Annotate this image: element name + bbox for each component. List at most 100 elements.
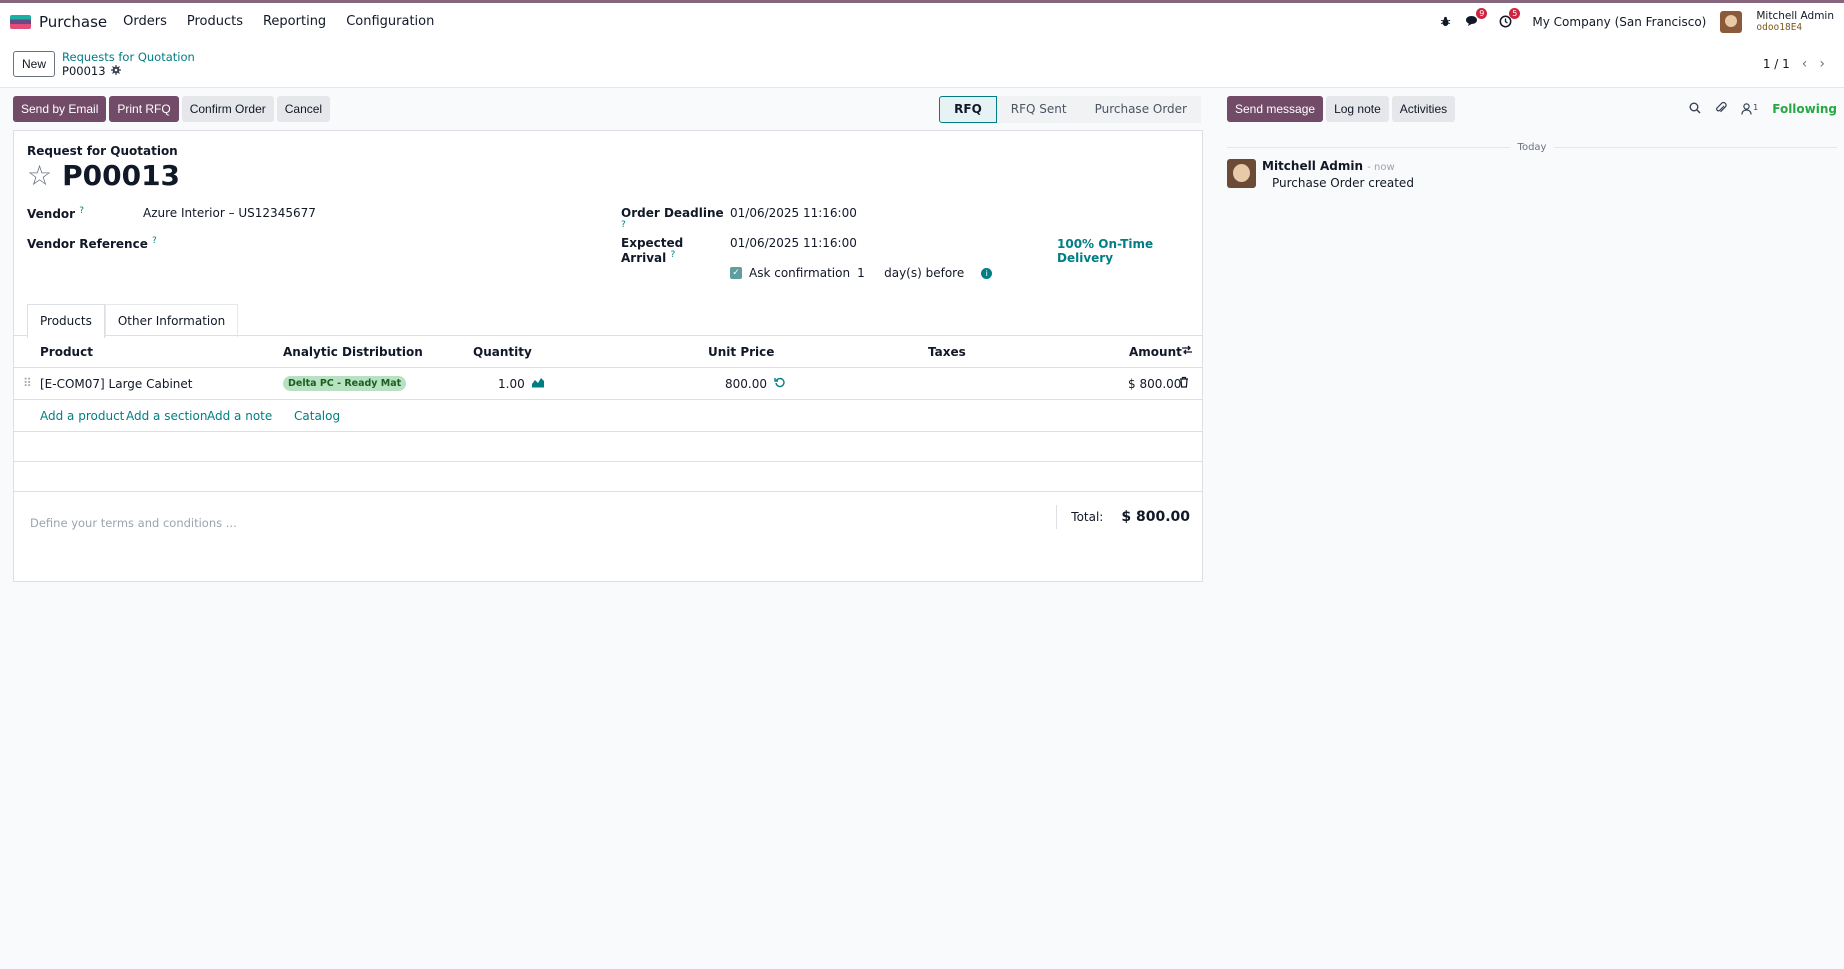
add-section-link[interactable]: Add a section: [126, 409, 207, 423]
form-subtitle: Request for Quotation: [27, 144, 178, 158]
chevron-right-icon[interactable]: ›: [1819, 56, 1825, 72]
help-icon[interactable]: ?: [152, 236, 157, 246]
send-by-email-button[interactable]: Send by Email: [13, 96, 107, 122]
breadcrumb-current: P00013: [62, 64, 195, 78]
table-row[interactable]: ⠿ [E-COM07] Large Cabinet Delta PC - Rea…: [14, 368, 1202, 400]
search-icon[interactable]: [1689, 102, 1701, 117]
info-icon[interactable]: i: [981, 267, 993, 279]
terms-conditions-input[interactable]: Define your terms and conditions ...: [30, 516, 237, 530]
col-unit-price[interactable]: Unit Price: [708, 345, 774, 359]
line-unit-price[interactable]: 800.00: [725, 377, 767, 391]
col-amount[interactable]: Amount: [1129, 345, 1182, 359]
user-menu[interactable]: Mitchell Admin odoo18E4: [1756, 10, 1834, 33]
column-settings-icon[interactable]: [1181, 344, 1193, 359]
stage-purchase-order[interactable]: Purchase Order: [1080, 95, 1201, 123]
vendor-field: Vendor ? Azure Interior – US12345677: [27, 206, 316, 221]
gear-icon[interactable]: [110, 64, 121, 78]
expected-arrival-input[interactable]: 01/06/2025 11:16:00: [730, 236, 857, 265]
confirm-order-button[interactable]: Confirm Order: [181, 96, 274, 122]
add-note-link[interactable]: Add a note: [207, 409, 272, 423]
following-button[interactable]: Following: [1772, 102, 1837, 116]
chatter-icons: 1 Following: [1689, 101, 1837, 117]
expected-arrival-field: Expected Arrival ? 01/06/2025 11:16:00: [621, 236, 857, 265]
title-row: ☆ P00013: [27, 159, 180, 192]
col-quantity[interactable]: Quantity: [473, 345, 532, 359]
vendor-reference-label: Vendor Reference ?: [27, 236, 157, 251]
followers-button[interactable]: 1: [1741, 103, 1758, 115]
order-deadline-label: Order Deadline ?: [621, 206, 730, 235]
on-time-delivery-link[interactable]: 100% On-Time Delivery: [1057, 237, 1202, 265]
catalog-link[interactable]: Catalog: [294, 409, 340, 423]
menu-reporting[interactable]: Reporting: [261, 10, 328, 33]
ask-confirmation-days-input[interactable]: 1: [857, 266, 877, 280]
menu-products[interactable]: Products: [185, 10, 245, 33]
messages-icon[interactable]: 9: [1465, 8, 1488, 28]
date-separator: Today: [1227, 142, 1837, 153]
new-button[interactable]: New: [13, 50, 56, 77]
send-message-button[interactable]: Send message: [1227, 96, 1324, 122]
form-sheet: Request for Quotation ☆ P00013 Vendor ? …: [13, 130, 1203, 582]
avatar[interactable]: [1227, 159, 1256, 188]
bug-icon[interactable]: [1440, 16, 1451, 27]
line-quantity[interactable]: 1.00: [498, 377, 525, 391]
line-product[interactable]: [E-COM07] Large Cabinet: [40, 377, 193, 391]
vendor-reference-field: Vendor Reference ?: [27, 236, 469, 251]
record-pager: 1 / 1 ‹ ›: [1763, 56, 1831, 72]
breadcrumb-rfq-link[interactable]: Requests for Quotation: [62, 50, 195, 64]
vendor-input[interactable]: Azure Interior – US12345677: [143, 206, 316, 221]
ask-confirmation-checkbox[interactable]: ✓: [730, 267, 742, 279]
chevron-left-icon[interactable]: ‹: [1802, 56, 1808, 72]
vendor-reference-label-text: Vendor Reference: [27, 237, 148, 251]
add-product-link[interactable]: Add a product: [40, 409, 124, 423]
trash-icon[interactable]: [1179, 376, 1189, 391]
message-time: - now: [1367, 162, 1395, 173]
user-avatar[interactable]: [1720, 10, 1743, 33]
message-body: Purchase Order created: [1272, 176, 1414, 190]
app-name[interactable]: Purchase: [39, 13, 107, 31]
help-icon[interactable]: ?: [621, 220, 626, 230]
company-switcher[interactable]: My Company (San Francisco): [1532, 15, 1706, 29]
menu-configuration[interactable]: Configuration: [344, 10, 436, 33]
apps-menu-icon[interactable]: [10, 14, 31, 29]
empty-row: [14, 432, 1202, 462]
table-header: Product Analytic Distribution Quantity U…: [14, 336, 1202, 368]
print-rfq-button[interactable]: Print RFQ: [109, 96, 179, 122]
activities-badge: 5: [1509, 8, 1521, 19]
stage-rfq-sent[interactable]: RFQ Sent: [996, 95, 1081, 123]
star-priority-icon[interactable]: ☆: [27, 159, 52, 192]
help-icon[interactable]: ?: [670, 250, 675, 260]
pager-value[interactable]: 1 / 1: [1763, 57, 1790, 71]
drag-handle-icon[interactable]: ⠿: [23, 376, 32, 390]
ask-confirmation-label: Ask confirmation: [749, 266, 851, 280]
app-logo[interactable]: Purchase: [10, 13, 107, 31]
analytic-tag[interactable]: Delta PC - Ready Mat: [283, 376, 407, 391]
tab-other-information[interactable]: Other Information: [104, 304, 239, 337]
message-author[interactable]: Mitchell Admin: [1262, 159, 1363, 173]
col-analytic-distribution[interactable]: Analytic Distribution: [283, 345, 423, 359]
chatter: Send message Log note Activities 1 Follo…: [1203, 88, 1844, 582]
reset-price-icon[interactable]: [774, 376, 786, 391]
forecast-chart-icon[interactable]: [531, 376, 545, 391]
page-title: P00013: [62, 159, 181, 192]
tab-products[interactable]: Products: [27, 304, 105, 338]
menu-orders[interactable]: Orders: [121, 10, 169, 33]
activities-button[interactable]: Activities: [1391, 96, 1456, 122]
total-label: Total:: [1071, 510, 1104, 524]
cancel-button[interactable]: Cancel: [276, 96, 331, 122]
empty-row: [14, 462, 1202, 492]
log-note-button[interactable]: Log note: [1326, 96, 1389, 122]
order-deadline-field: Order Deadline ? 01/06/2025 11:16:00: [621, 206, 857, 235]
col-product[interactable]: Product: [40, 345, 93, 359]
top-menu: Orders Products Reporting Configuration: [121, 10, 436, 33]
paperclip-icon[interactable]: [1715, 101, 1727, 117]
col-taxes[interactable]: Taxes: [928, 345, 966, 359]
form-tabs: Products Other Information: [27, 304, 239, 338]
vendor-reference-input[interactable]: [169, 236, 469, 250]
help-icon[interactable]: ?: [79, 206, 84, 216]
message-header: Mitchell Admin - now: [1262, 159, 1414, 173]
main-navbar: Purchase Orders Products Reporting Confi…: [0, 3, 1844, 40]
stage-rfq[interactable]: RFQ: [939, 95, 997, 123]
order-deadline-input[interactable]: 01/06/2025 11:16:00: [730, 206, 857, 235]
form-action-bar: Send by Email Print RFQ Confirm Order Ca…: [13, 88, 1203, 130]
activities-clock-icon[interactable]: 5: [1499, 8, 1521, 28]
